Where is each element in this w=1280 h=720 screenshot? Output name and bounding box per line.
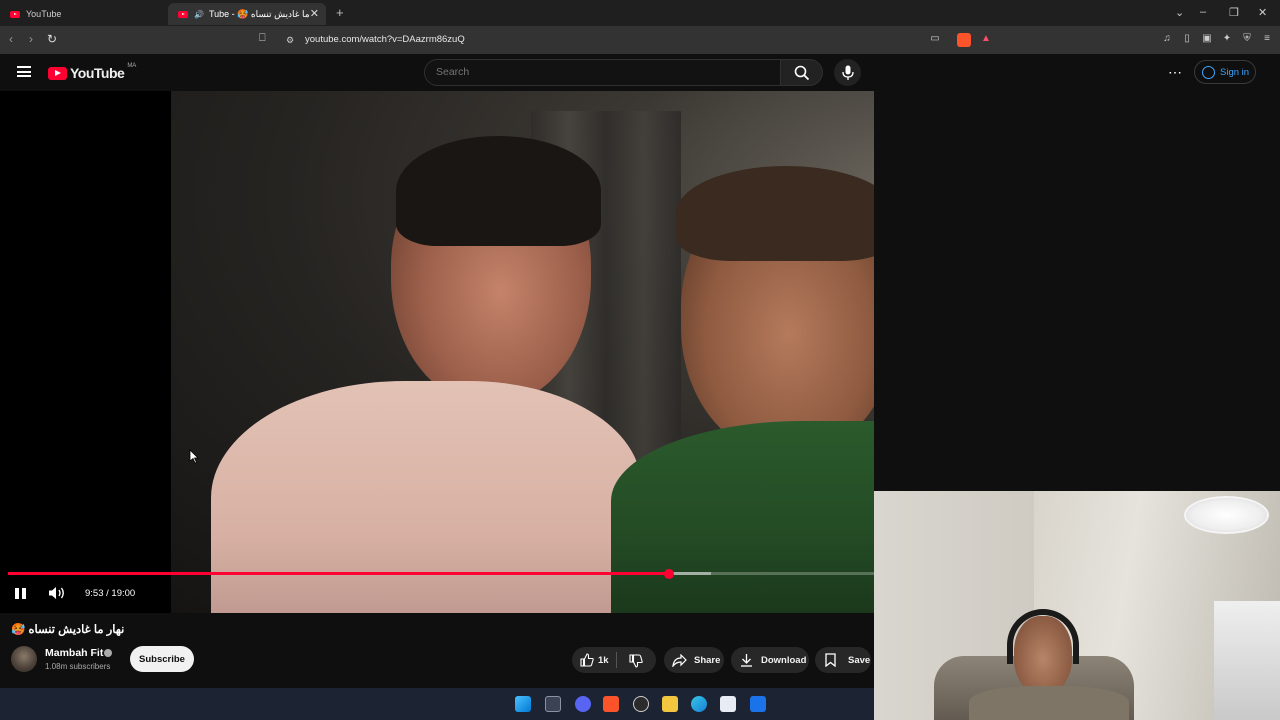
channel-avatar[interactable] [11, 646, 37, 672]
browser-toolbar: ‹ › ↻ ⎕ ⚙ youtube.com/watch?v=DAazrm86zu… [0, 26, 1280, 54]
youtube-masthead: YouTube MA ⋯ Sign in [0, 54, 1280, 91]
webcam-shelf [1214, 601, 1280, 720]
tab-title: YouTube [26, 9, 62, 19]
scrubber-handle[interactable] [663, 568, 674, 579]
verified-check-icon [104, 649, 112, 657]
sidebar-icon[interactable]: ▯ [1180, 33, 1194, 47]
outlook-icon[interactable] [750, 696, 766, 712]
brave-shields-icon[interactable] [957, 33, 971, 47]
obs-icon[interactable] [633, 696, 649, 712]
browser-tab-active[interactable]: 🔊 Tube - 🥵 نهار ما غاديش تنساه ✕ [168, 3, 326, 25]
video-title: 🥵 نهار ما غاديش تنساه [11, 624, 125, 636]
youtube-favicon-icon [178, 10, 188, 18]
sign-in-label: Sign in [1220, 66, 1250, 78]
speaker-icon: 🔊 [194, 9, 204, 19]
thumbs-up-icon[interactable] [580, 653, 594, 667]
minimize-icon[interactable]: – [1200, 6, 1206, 18]
search-box[interactable] [424, 59, 781, 86]
browser-menu-icon[interactable]: ≡ [1260, 33, 1274, 47]
bookmark-icon[interactable]: ⎕ [259, 32, 266, 45]
download-button[interactable]: Download [731, 647, 809, 673]
windows-start-icon[interactable] [515, 696, 531, 712]
webcam-ceiling-lamp [1184, 496, 1269, 534]
hamburger-menu-icon[interactable] [17, 66, 31, 77]
download-label: Download [761, 654, 807, 666]
progress-bar[interactable] [8, 568, 874, 579]
logo-text: YouTube [70, 65, 125, 81]
os-taskbar [0, 688, 874, 720]
video-frame [171, 91, 874, 613]
region-code: MA [127, 63, 137, 69]
vpn-icon[interactable]: ⛨ [1240, 33, 1254, 47]
address-bar[interactable]: youtube.com/watch?v=DAazrm86zuQ [305, 34, 465, 45]
older-man-hair [396, 136, 601, 246]
leo-ai-icon[interactable]: ✦ [1220, 33, 1234, 47]
edge-icon[interactable] [691, 696, 707, 712]
download-icon [741, 654, 752, 667]
subscribe-button[interactable]: Subscribe [130, 646, 194, 672]
played-progress [8, 572, 669, 575]
microsoft-store-icon[interactable] [720, 696, 736, 712]
save-playlist-icon [825, 653, 836, 667]
younger-man-hair [676, 166, 874, 261]
sign-in-button[interactable]: Sign in [1194, 60, 1256, 84]
account-icon [1202, 65, 1215, 79]
youtube-play-logo-icon [48, 66, 67, 80]
task-view-icon[interactable] [545, 696, 561, 712]
older-man-shirt [211, 381, 641, 613]
close-window-icon[interactable]: ✕ [1258, 6, 1267, 19]
time-display: 9:53 / 19:00 [85, 588, 136, 599]
file-explorer-icon[interactable] [662, 696, 678, 712]
volume-icon[interactable] [48, 586, 66, 600]
youtube-logo[interactable]: YouTube MA [48, 63, 137, 81]
cast-icon[interactable]: ▭ [928, 33, 942, 47]
webcam-person-body [969, 686, 1129, 720]
back-icon[interactable]: ‹ [9, 32, 13, 46]
search-button[interactable] [781, 59, 823, 86]
like-divider [616, 652, 617, 668]
search-icon [794, 65, 810, 81]
music-icon[interactable]: ♫ [1160, 33, 1174, 47]
like-dislike-group: 1k [572, 647, 656, 673]
browser-tab[interactable]: YouTube [0, 3, 165, 25]
restore-icon[interactable]: ❐ [1229, 6, 1239, 19]
reload-icon[interactable]: ↻ [47, 32, 57, 46]
youtube-favicon-icon [10, 10, 20, 18]
close-tab-icon[interactable]: ✕ [310, 7, 319, 20]
share-label: Share [694, 654, 721, 666]
site-info-icon[interactable]: ⚙ [286, 35, 294, 46]
share-button[interactable]: Share [664, 647, 724, 673]
video-player[interactable]: 9:53 / 19:00 [0, 91, 874, 613]
subscriber-count: 1.08m subscribers [45, 662, 111, 671]
share-icon [672, 654, 687, 667]
discord-icon[interactable] [575, 696, 591, 712]
save-button[interactable]: Save [815, 647, 871, 673]
save-label: Save [848, 654, 871, 666]
more-options-icon[interactable]: ⋯ [1168, 64, 1182, 81]
voice-search-button[interactable] [834, 59, 861, 86]
webcam-overlay [874, 491, 1280, 720]
pause-icon[interactable] [15, 588, 27, 599]
browser-tab-bar: YouTube 🔊 Tube - 🥵 نهار ما غاديش تنساه ✕… [0, 0, 1280, 26]
search-input[interactable] [436, 66, 736, 78]
new-tab-button[interactable]: + [336, 5, 344, 20]
tab-title: Tube - 🥵 نهار ما غاديش تنساه [208, 8, 309, 19]
thumbs-down-icon[interactable] [629, 654, 643, 668]
brave-browser-icon[interactable] [603, 696, 619, 712]
like-count[interactable]: 1k [598, 655, 609, 666]
wallet-icon[interactable]: ▣ [1200, 33, 1214, 47]
tab-list-icon[interactable]: ⌄ [1175, 6, 1184, 19]
brave-rewards-icon[interactable]: ▲ [979, 33, 993, 47]
mouse-cursor-icon [189, 449, 199, 464]
microphone-icon [841, 65, 854, 80]
forward-icon[interactable]: › [29, 32, 33, 46]
channel-name[interactable]: Mambah Fit [45, 647, 103, 659]
